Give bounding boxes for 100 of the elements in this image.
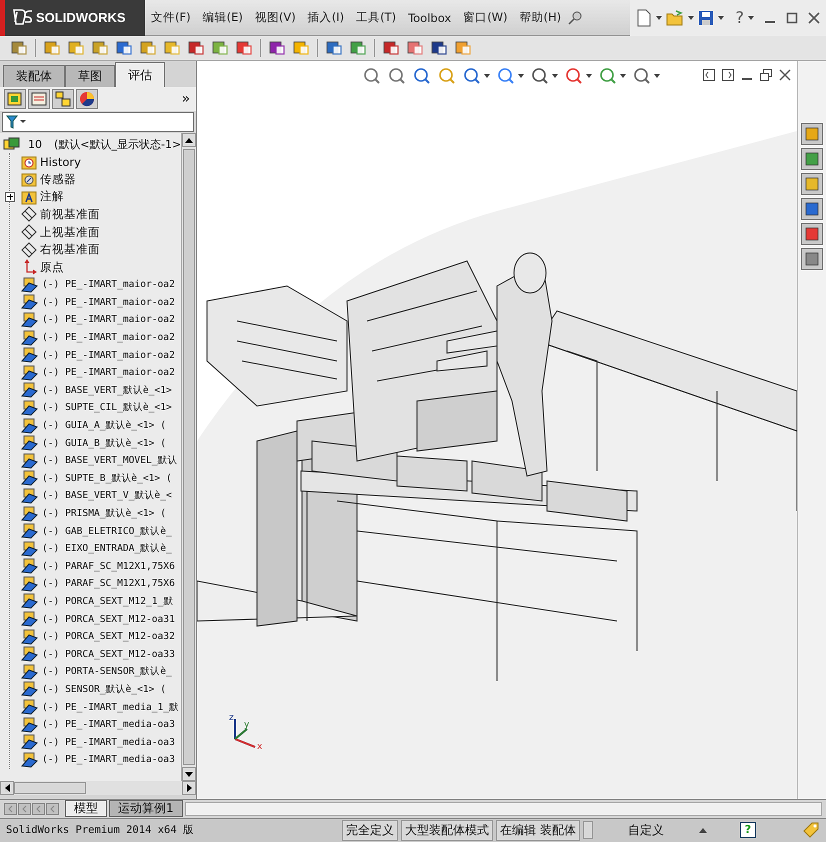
status-field: 完全定义 bbox=[342, 820, 398, 841]
annotation-folder-icon bbox=[21, 188, 37, 205]
tree-item[interactable]: 上视基准面 bbox=[40, 224, 100, 240]
property-sheet-icon[interactable] bbox=[28, 89, 50, 110]
tree-item[interactable]: (-) GAB_ELETRICO_默认è_ bbox=[42, 524, 172, 538]
status-panel bbox=[583, 821, 593, 840]
tree-item[interactable]: (-) PE_-IMART_maior-oa2 bbox=[42, 332, 175, 344]
caret-icon[interactable] bbox=[620, 74, 626, 78]
pin-icon[interactable] bbox=[567, 10, 584, 26]
plane-icon bbox=[21, 206, 37, 222]
caret-icon[interactable] bbox=[654, 74, 660, 78]
help-button[interactable]: ? bbox=[740, 822, 756, 838]
caret-icon[interactable] bbox=[518, 74, 524, 78]
tree-item[interactable]: (-) BASE_VERT_MOVEL_默认 bbox=[42, 454, 178, 468]
tree-item[interactable]: (-) PORCA_SEXT_M12-oa32 bbox=[42, 631, 175, 642]
status-field: 大型装配体模式 bbox=[401, 820, 494, 841]
tree-item[interactable]: (-) PE_-IMART_media-oa3 bbox=[42, 754, 175, 766]
caret-icon[interactable] bbox=[552, 74, 558, 78]
menu-item[interactable]: 插入(I) bbox=[302, 10, 350, 25]
tree-item[interactable]: (-) PORCA_SEXT_M12-oa33 bbox=[42, 648, 175, 660]
tree-item[interactable]: (-) SUPTE_CIL_默认è_<1> bbox=[42, 401, 172, 414]
plane-icon bbox=[21, 224, 37, 240]
zoom-fit-icon[interactable] bbox=[363, 67, 382, 86]
tree-item[interactable]: (-) PARAF_SC_M12X1,75X6 bbox=[42, 578, 175, 590]
close-icon[interactable] bbox=[779, 69, 792, 82]
new-document-icon[interactable] bbox=[636, 8, 652, 26]
plane-icon bbox=[21, 242, 37, 258]
menu-item[interactable]: 窗口(W) bbox=[457, 10, 514, 25]
assembly-name[interactable]: 10 bbox=[28, 138, 42, 151]
tree-item[interactable]: (-) BASE_VERT_V_默认è_< bbox=[42, 489, 172, 502]
status-text: SolidWorks Premium 2014 x64 版 bbox=[6, 823, 194, 838]
tree-item[interactable]: (-) GUIA_B_默认è_<1> ( bbox=[42, 436, 166, 450]
tree-item[interactable]: (-) PE_-IMART_maior-oa2 bbox=[42, 314, 175, 326]
more-chevron[interactable]: » bbox=[182, 91, 190, 108]
tree-item[interactable]: 右视基准面 bbox=[40, 242, 100, 258]
panel-tab[interactable]: 评估 bbox=[115, 62, 165, 88]
split-right-icon[interactable] bbox=[722, 69, 734, 82]
menu-item[interactable]: 视图(V) bbox=[248, 10, 302, 25]
expand-toggle[interactable] bbox=[5, 192, 15, 202]
split-left-icon[interactable] bbox=[703, 69, 716, 82]
restore-icon[interactable] bbox=[786, 12, 798, 24]
caret-icon[interactable] bbox=[748, 16, 754, 20]
zoom-area-icon[interactable] bbox=[388, 67, 406, 86]
tree-item[interactable]: (-) PORTA-SENSOR_默认è_ bbox=[42, 665, 172, 678]
up-arrow-icon[interactable] bbox=[699, 827, 707, 834]
caret-icon[interactable] bbox=[656, 16, 662, 20]
tree-item[interactable]: 注解 bbox=[40, 189, 64, 204]
logo-text: SOLIDWORKS bbox=[36, 10, 126, 25]
tree-item[interactable]: (-) PE_-IMART_maior-oa2 bbox=[42, 279, 175, 290]
help-button[interactable]: ? bbox=[736, 8, 744, 27]
menu-item[interactable]: 工具(T) bbox=[350, 10, 402, 25]
close-icon[interactable] bbox=[808, 12, 820, 24]
ds-mark-icon bbox=[11, 8, 33, 28]
tree-item[interactable]: (-) PE_-IMART_maior-oa2 bbox=[42, 350, 175, 361]
tree-item[interactable]: (-) PE_-IMART_maior-oa2 bbox=[42, 367, 175, 378]
color-wheel-icon[interactable] bbox=[76, 89, 98, 110]
restore-icon[interactable] bbox=[760, 69, 772, 82]
vertical-scrollbar[interactable] bbox=[181, 133, 196, 782]
panel-tab[interactable]: 草图 bbox=[65, 65, 115, 88]
bottom-tab[interactable]: 模型 bbox=[65, 800, 107, 818]
assembly-icon bbox=[3, 136, 21, 152]
tree-item[interactable]: (-) PORCA_SEXT_M12-oa31 bbox=[42, 614, 175, 625]
tree-item[interactable]: History bbox=[40, 154, 81, 169]
tree-item[interactable]: (-) EIXO_ENTRADA_默认è_ bbox=[42, 542, 172, 556]
tree-item[interactable]: (-) BASE_VERT_默认è_<1> bbox=[42, 384, 172, 397]
filter-icon bbox=[6, 115, 28, 130]
tag-icon[interactable] bbox=[802, 821, 820, 840]
units-field[interactable]: 自定义 bbox=[596, 822, 696, 839]
tree-item[interactable]: (-) GUIA_A_默认è_<1> ( bbox=[42, 419, 166, 432]
menu-item[interactable]: 编辑(E) bbox=[196, 10, 249, 25]
caret-icon[interactable] bbox=[586, 74, 592, 78]
tree-item[interactable]: (-) PRISMA_默认è_<1> ( bbox=[42, 507, 166, 520]
horizontal-scrollbar[interactable] bbox=[0, 781, 196, 796]
tree-item[interactable]: (-) PE_-IMART_media-oa3 bbox=[42, 719, 175, 730]
tree-item[interactable]: 前视基准面 bbox=[40, 206, 100, 222]
caret-icon[interactable] bbox=[688, 16, 694, 20]
tree-item[interactable]: (-) PE_-IMART_media-oa3 bbox=[42, 736, 175, 748]
assembly-tree-icon[interactable] bbox=[4, 89, 26, 110]
tree-item[interactable]: (-) SUPTE_B_默认è_<1> ( bbox=[42, 472, 172, 485]
configuration-icon[interactable] bbox=[52, 89, 74, 110]
tree-item[interactable]: (-) PORCA_SEXT_M12_1_默 bbox=[42, 594, 174, 608]
save-icon[interactable] bbox=[698, 10, 714, 26]
menu-item[interactable]: 帮助(H) bbox=[514, 10, 568, 25]
tree-item[interactable]: (-) PARAF_SC_M12X1,75X6 bbox=[42, 560, 175, 572]
caret-icon[interactable] bbox=[718, 16, 724, 20]
configuration-label: (默认<默认_显示状态-1> bbox=[54, 136, 182, 152]
menu-item[interactable]: 文件(F) bbox=[145, 10, 197, 25]
status-field: 在编辑 装配体 bbox=[496, 820, 580, 841]
filter-field[interactable] bbox=[2, 112, 194, 132]
timeline-scrollbar[interactable] bbox=[184, 802, 822, 816]
tree-item[interactable]: (-) PE_-IMART_maior-oa2 bbox=[42, 296, 175, 308]
panel-tab[interactable]: 装配体 bbox=[3, 65, 65, 88]
clock-folder-icon bbox=[21, 154, 37, 170]
tree-item[interactable]: (-) PE_-IMART_media_1_默 bbox=[42, 700, 180, 714]
tree-item[interactable]: (-) SENSOR_默认è_<1> ( bbox=[42, 682, 166, 696]
bottom-tab[interactable]: 运动算例1 bbox=[109, 800, 183, 818]
tree-item[interactable]: 原点 bbox=[40, 260, 64, 275]
tree-item[interactable]: 传感器 bbox=[40, 172, 76, 187]
menu-item[interactable]: Toolbox bbox=[402, 10, 458, 24]
caret-icon[interactable] bbox=[484, 74, 490, 78]
